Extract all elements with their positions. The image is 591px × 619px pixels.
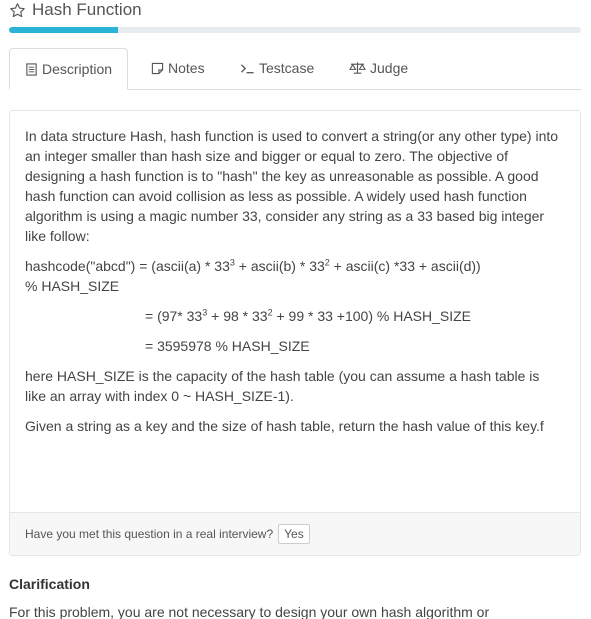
- tab-description[interactable]: Description: [9, 48, 129, 90]
- problem-header: Hash Function: [9, 0, 142, 23]
- problem-page: Hash Function Description Notes Testcase…: [0, 0, 591, 619]
- page-title: Hash Function: [32, 0, 142, 19]
- progress-bar: [9, 27, 581, 33]
- tab-bar: Description Notes Testcase Judge: [9, 48, 581, 90]
- progress-fill: [9, 27, 118, 33]
- description-note: here HASH_SIZE is the capacity of the ha…: [25, 368, 540, 404]
- interview-question-text: Have you met this question in a real int…: [25, 527, 274, 541]
- tab-notes-label: Notes: [168, 60, 205, 76]
- description-panel: In data structure Hash, hash function is…: [9, 110, 581, 556]
- tab-judge-label: Judge: [370, 60, 409, 76]
- description-task: Given a string as a key and the size of …: [25, 418, 544, 434]
- tab-judge[interactable]: Judge: [349, 48, 408, 88]
- tab-description-label: Description: [42, 61, 113, 77]
- formula-line-1: hashcode("abcd") = (ascii(a) * 333 + asc…: [25, 257, 481, 294]
- file-text-icon: [26, 62, 37, 76]
- interview-feedback-bar: Have you met this question in a real int…: [10, 512, 580, 555]
- clarification-text: For this problem, you are not necessary …: [9, 604, 490, 619]
- formula-line-2: = (97* 333 + 98 * 332 + 99 * 33 +100) % …: [145, 307, 472, 324]
- formula-line-3: = 3595978 % HASH_SIZE: [145, 338, 310, 354]
- tab-testcase-label: Testcase: [259, 60, 315, 76]
- scale-icon: [349, 62, 366, 74]
- tab-notes[interactable]: Notes: [151, 48, 205, 88]
- terminal-icon: [241, 63, 254, 73]
- yes-button[interactable]: Yes: [278, 524, 310, 544]
- star-icon[interactable]: [9, 2, 26, 19]
- description-intro: In data structure Hash, hash function is…: [25, 128, 559, 244]
- tab-testcase[interactable]: Testcase: [240, 48, 314, 88]
- note-icon: [151, 62, 164, 74]
- problem-description: In data structure Hash, hash function is…: [25, 126, 560, 446]
- clarification-title: Clarification: [9, 576, 90, 592]
